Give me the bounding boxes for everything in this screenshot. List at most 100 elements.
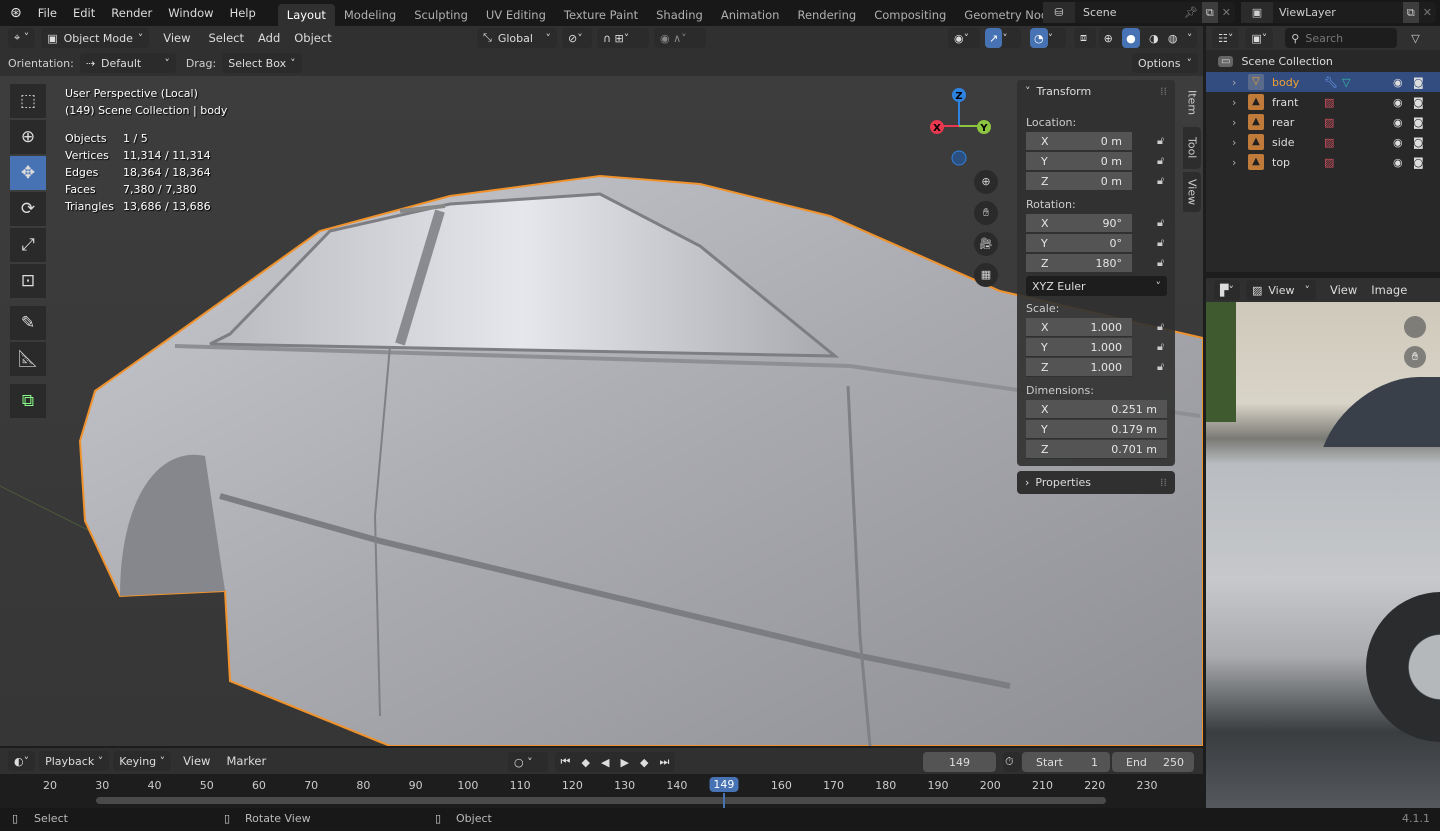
tab-workspace-animation[interactable]: Animation (712, 4, 789, 26)
chevron-down-icon[interactable]: ˅ (1048, 32, 1054, 45)
prev-keyframe-icon[interactable]: ◆ (581, 756, 589, 769)
menu-help[interactable]: Help (222, 6, 264, 20)
expand-chevron-icon[interactable]: › (1232, 136, 1248, 149)
tab-item[interactable]: Item (1183, 82, 1201, 124)
new-viewlayer-icon[interactable]: ⧉ (1402, 2, 1419, 23)
view-mode-dropdown[interactable]: ▨ View ˅ (1245, 280, 1316, 300)
expand-chevron-icon[interactable]: › (1232, 156, 1248, 169)
end-frame-field[interactable]: End 250 (1112, 752, 1194, 772)
transform-tool-icon[interactable]: ⊡ (10, 264, 46, 298)
editor-type-button[interactable]: ⌖ ˅ (8, 28, 36, 48)
lock-icon[interactable]: 🔓︎ (1157, 360, 1164, 374)
camera-render-icon[interactable]: ◙ (1413, 116, 1424, 129)
play-reverse-icon[interactable]: ◀ (601, 756, 609, 769)
viewlayer-name[interactable]: ViewLayer (1273, 6, 1403, 19)
location-z-field[interactable]: Z 0 m (1026, 172, 1132, 191)
jump-end-icon[interactable]: ⏭ (660, 755, 670, 769)
menu-render[interactable]: Render (103, 6, 160, 20)
rendered-shading-icon[interactable]: ◍ (1168, 32, 1178, 45)
measure-tool-icon[interactable]: 📐︎ (10, 342, 46, 376)
tab-workspace-layout[interactable]: Layout (277, 4, 335, 26)
menu-select[interactable]: Select (205, 31, 248, 45)
chevron-down-icon[interactable]: ˅ (1187, 32, 1193, 45)
menu-view[interactable]: View (175, 754, 218, 768)
lock-icon[interactable]: 🔓︎ (1157, 236, 1164, 250)
outliner-editor-type-button[interactable]: ☷˅ (1212, 28, 1240, 48)
lock-icon[interactable]: 🔓︎ (1157, 154, 1164, 168)
expand-chevron-icon[interactable]: › (1232, 76, 1248, 89)
overlay-toggle-icon[interactable]: ◔ (1030, 28, 1048, 48)
proportional-edit-button[interactable]: ◉ ∧˅ (654, 28, 706, 48)
menu-image[interactable]: Image (1371, 283, 1407, 297)
properties-header[interactable]: › Properties ⁞⁞ (1017, 471, 1175, 494)
gizmo-toggle-icon[interactable]: ↗ (985, 28, 1003, 48)
display-mode-button[interactable]: ▣˅ (1245, 28, 1274, 48)
menu-marker[interactable]: Marker (222, 754, 270, 768)
image-data-icon[interactable]: ▨ (1324, 156, 1334, 169)
pivot-point-button[interactable]: ⊘˅ (562, 28, 592, 48)
drag-dropdown[interactable]: Select Box ˅ (222, 53, 302, 73)
location-y-field[interactable]: Y 0 m (1026, 152, 1132, 171)
scale-z-field[interactable]: Z 1.000 (1026, 358, 1132, 377)
eye-icon[interactable]: ◉ (1393, 76, 1403, 89)
tab-workspace-compositing[interactable]: Compositing (865, 4, 955, 26)
image-data-icon[interactable]: ▨ (1324, 116, 1334, 129)
menu-object[interactable]: Object (290, 31, 335, 45)
camera-render-icon[interactable]: ◙ (1413, 76, 1424, 89)
rotation-x-field[interactable]: X 90° (1026, 214, 1132, 233)
pan-hand-icon[interactable]: ✋︎ (1404, 346, 1426, 368)
timeline-editor-type-button[interactable]: ◐˅ (8, 751, 36, 771)
mode-dropdown[interactable]: ▣ Object Mode ˅ (41, 28, 150, 48)
menu-add[interactable]: Add (254, 31, 284, 45)
lock-icon[interactable]: 🔓︎ (1157, 134, 1164, 148)
gizmo-neg-z-axis[interactable] (951, 150, 967, 166)
snap-button[interactable]: ∩ ⊞˅ (597, 28, 649, 48)
modifier-wrench-icon[interactable]: 🔧︎ (1324, 76, 1338, 89)
scene-collection-row[interactable]: ▭ Scene Collection (1206, 50, 1440, 72)
material-shading-icon[interactable]: ◑ (1149, 32, 1159, 45)
tab-workspace-modeling[interactable]: Modeling (335, 4, 405, 26)
pin-icon[interactable]: 📌︎ (1180, 6, 1202, 19)
transform-orientation-dropdown[interactable]: ⤡ Global ˅ (477, 28, 557, 48)
visibility-button[interactable]: ◉˅ (948, 28, 980, 48)
dimensions-x-field[interactable]: X 0.251 m (1026, 400, 1167, 419)
blender-logo-icon[interactable]: ⊛ (0, 5, 30, 21)
reference-photo[interactable]: ✋︎ (1206, 302, 1440, 808)
menu-view[interactable]: View (155, 31, 198, 45)
tab-workspace-rendering[interactable]: Rendering (788, 4, 865, 26)
expand-chevron-icon[interactable]: › (1232, 96, 1248, 109)
playback-dropdown[interactable]: Playback ˅ (39, 751, 110, 771)
eye-icon[interactable]: ◉ (1393, 116, 1403, 129)
tab-view[interactable]: View (1183, 172, 1201, 212)
dimensions-z-field[interactable]: Z 0.701 m (1026, 440, 1167, 459)
rotation-z-field[interactable]: Z 180° (1026, 254, 1132, 273)
lock-icon[interactable]: 🔓︎ (1157, 256, 1164, 270)
eye-icon[interactable]: ◉ (1393, 96, 1403, 109)
camera-render-icon[interactable]: ◙ (1413, 96, 1424, 109)
solid-shading-icon[interactable]: ● (1122, 28, 1140, 48)
timeline-scrollbar[interactable] (96, 797, 1106, 804)
perspective-grid-icon[interactable]: ▦ (974, 263, 998, 287)
outliner-item-frant[interactable]: › ▲ frant ▨ ◉ ◙ (1206, 92, 1440, 112)
cursor-tool-icon[interactable]: ⊕ (10, 120, 46, 154)
tab-workspace-texture-paint[interactable]: Texture Paint (555, 4, 647, 26)
location-x-field[interactable]: X 0 m (1026, 132, 1132, 151)
playhead-frame-badge[interactable]: 149 (709, 777, 739, 792)
outliner-item-top[interactable]: › ▲ top ▨ ◉ ◙ (1206, 152, 1440, 172)
scene-name[interactable]: Scene (1075, 6, 1180, 19)
outliner-item-side[interactable]: › ▲ side ▨ ◉ ◙ (1206, 132, 1440, 152)
next-keyframe-icon[interactable]: ◆ (640, 756, 648, 769)
transform-header[interactable]: ˅ Transform ⁞⁞ (1017, 80, 1175, 102)
camera-render-icon[interactable]: ◙ (1413, 136, 1424, 149)
options-dropdown[interactable]: Options ˅ (1132, 53, 1198, 73)
navigation-gizmo[interactable]: Z Y X (925, 84, 995, 169)
lock-icon[interactable]: 🔓︎ (1157, 174, 1164, 188)
lock-icon[interactable]: 🔓︎ (1157, 340, 1164, 354)
tab-workspace-shading[interactable]: Shading (647, 4, 712, 26)
scene-selector[interactable]: ⛁ Scene 📌︎ ⧉ ✕ (1043, 2, 1235, 23)
jump-start-icon[interactable]: ⏮ (561, 755, 571, 769)
tab-workspace-uv-editing[interactable]: UV Editing (477, 4, 555, 26)
rotation-mode-dropdown[interactable]: XYZ Euler ˅ (1026, 276, 1167, 296)
menu-view[interactable]: View (1322, 283, 1365, 297)
image-editor-type-button[interactable]: ▛˅ (1214, 280, 1240, 300)
